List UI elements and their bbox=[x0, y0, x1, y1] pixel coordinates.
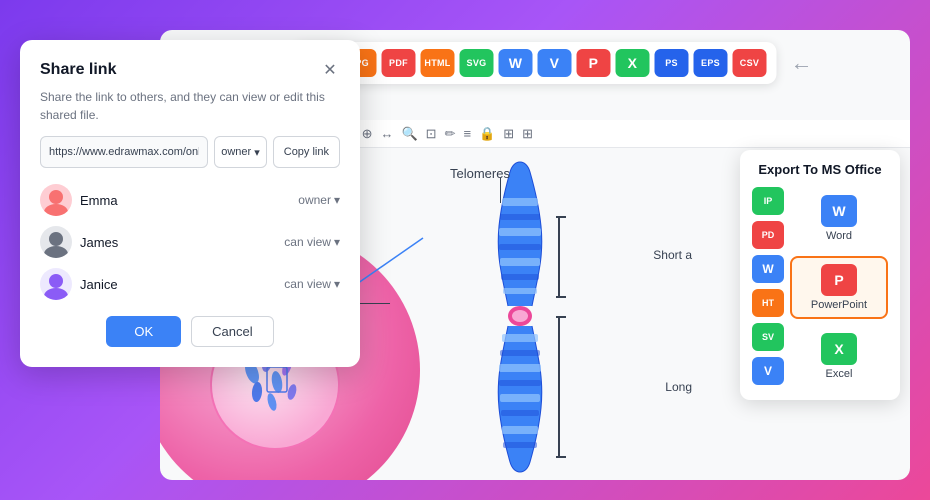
export-panel-title: Export To MS Office bbox=[752, 162, 888, 177]
arrow-icon[interactable]: ↔ bbox=[380, 126, 393, 141]
avatar bbox=[40, 268, 72, 300]
sv-icon[interactable]: SV bbox=[752, 323, 784, 351]
word-button[interactable]: W bbox=[499, 49, 533, 77]
align-icon[interactable]: ≡ bbox=[463, 126, 471, 141]
user-name: Janice bbox=[80, 277, 118, 292]
chevron-down-icon: ▾ bbox=[254, 146, 260, 159]
more-icon[interactable]: ⊞ bbox=[522, 126, 533, 142]
user-name: James bbox=[80, 235, 118, 250]
user-role-select[interactable]: can view ▾ bbox=[284, 235, 340, 249]
long-arm-bracket-bottom bbox=[556, 456, 566, 458]
powerpoint-button[interactable]: P bbox=[577, 49, 611, 77]
share-link-dialog: Share link ✕ Share the link to others, a… bbox=[20, 40, 360, 367]
export-panel: Export To MS Office IP PD W HT SV V W Wo… bbox=[740, 150, 900, 400]
excel-button[interactable]: X bbox=[616, 49, 650, 77]
zoom-icon[interactable]: 🔍 bbox=[401, 126, 417, 142]
export-left-icons: IP PD W HT SV V bbox=[752, 187, 784, 388]
word-icon: W bbox=[821, 195, 857, 227]
csv-button[interactable]: CSV bbox=[733, 49, 767, 77]
link-row: owner ▾ Copy link bbox=[40, 136, 340, 168]
ht-icon[interactable]: HT bbox=[752, 289, 784, 317]
dialog-title: Share link bbox=[40, 61, 116, 79]
word-export-item[interactable]: W Word bbox=[790, 187, 888, 250]
user-role-select[interactable]: owner ▾ bbox=[298, 193, 340, 207]
html-button[interactable]: HTML bbox=[421, 49, 455, 77]
dialog-header: Share link ✕ bbox=[40, 60, 340, 80]
chevron-down-icon: ▾ bbox=[334, 235, 340, 249]
short-arm-bracket-top bbox=[556, 216, 566, 218]
word-label: Word bbox=[826, 230, 852, 242]
copy-link-button[interactable]: Copy link bbox=[273, 136, 340, 168]
eps-button[interactable]: EPS bbox=[694, 49, 728, 77]
user-name: Emma bbox=[80, 193, 118, 208]
export-options: IP PD W HT SV V W Word P PowerPoint bbox=[752, 187, 888, 388]
frame-icon[interactable]: ⊞ bbox=[503, 126, 514, 142]
long-arm-bracket bbox=[558, 316, 560, 456]
cancel-button[interactable]: Cancel bbox=[191, 316, 273, 347]
format-toolbar: TIFF JPG PDF HTML SVG W V P X PS EPS CSV… bbox=[294, 42, 777, 84]
powerpoint-label: PowerPoint bbox=[811, 299, 867, 311]
user-info: Emma bbox=[40, 184, 118, 216]
user-list: Emma owner ▾ James can view ▾ bbox=[40, 184, 340, 300]
connection-icon[interactable]: ⊕ bbox=[362, 126, 373, 142]
telomeres-line bbox=[500, 178, 501, 203]
powerpoint-export-item[interactable]: P PowerPoint bbox=[790, 256, 888, 319]
avatar bbox=[40, 184, 72, 216]
user-info: Janice bbox=[40, 268, 118, 300]
short-arm-label: Short a bbox=[653, 248, 692, 262]
w-icon[interactable]: W bbox=[752, 255, 784, 283]
excel-icon: X bbox=[821, 333, 857, 365]
lock-icon[interactable]: 🔒 bbox=[479, 126, 495, 142]
dialog-description: Share the link to others, and they can v… bbox=[40, 88, 340, 124]
excel-export-item[interactable]: X Excel bbox=[790, 325, 888, 388]
long-arm-bracket-top bbox=[556, 316, 566, 318]
ps-button[interactable]: PS bbox=[655, 49, 689, 77]
v-icon[interactable]: V bbox=[752, 357, 784, 385]
chevron-down-icon: ▾ bbox=[334, 193, 340, 207]
chromosome-diagram bbox=[420, 158, 620, 480]
permission-select[interactable]: owner ▾ bbox=[214, 136, 267, 168]
svg-button[interactable]: SVG bbox=[460, 49, 494, 77]
user-row: Emma owner ▾ bbox=[40, 184, 340, 216]
pdf-button[interactable]: PDF bbox=[382, 49, 416, 77]
visio-button[interactable]: V bbox=[538, 49, 572, 77]
avatar bbox=[40, 226, 72, 258]
short-arm-bracket-bottom bbox=[556, 296, 566, 298]
export-right-items: W Word P PowerPoint X Excel bbox=[790, 187, 888, 388]
powerpoint-icon: P bbox=[821, 264, 857, 296]
arrow-indicator: ← bbox=[791, 50, 813, 76]
user-row: James can view ▾ bbox=[40, 226, 340, 258]
short-arm-bracket bbox=[558, 216, 560, 296]
user-row: Janice can view ▾ bbox=[40, 268, 340, 300]
user-info: James bbox=[40, 226, 118, 258]
pd-icon[interactable]: PD bbox=[752, 221, 784, 249]
ok-button[interactable]: OK bbox=[106, 316, 181, 347]
ip-icon[interactable]: IP bbox=[752, 187, 784, 215]
user-role-select[interactable]: can view ▾ bbox=[284, 277, 340, 291]
crop-icon[interactable]: ⊡ bbox=[426, 126, 437, 142]
pen-icon[interactable]: ✏ bbox=[445, 126, 456, 142]
link-input[interactable] bbox=[40, 136, 208, 168]
chevron-down-icon: ▾ bbox=[334, 277, 340, 291]
permission-label: owner bbox=[221, 146, 251, 158]
excel-label: Excel bbox=[826, 368, 853, 380]
close-button[interactable]: ✕ bbox=[320, 60, 340, 80]
dialog-actions: OK Cancel bbox=[40, 316, 340, 347]
long-arm-label: Long bbox=[665, 380, 692, 394]
